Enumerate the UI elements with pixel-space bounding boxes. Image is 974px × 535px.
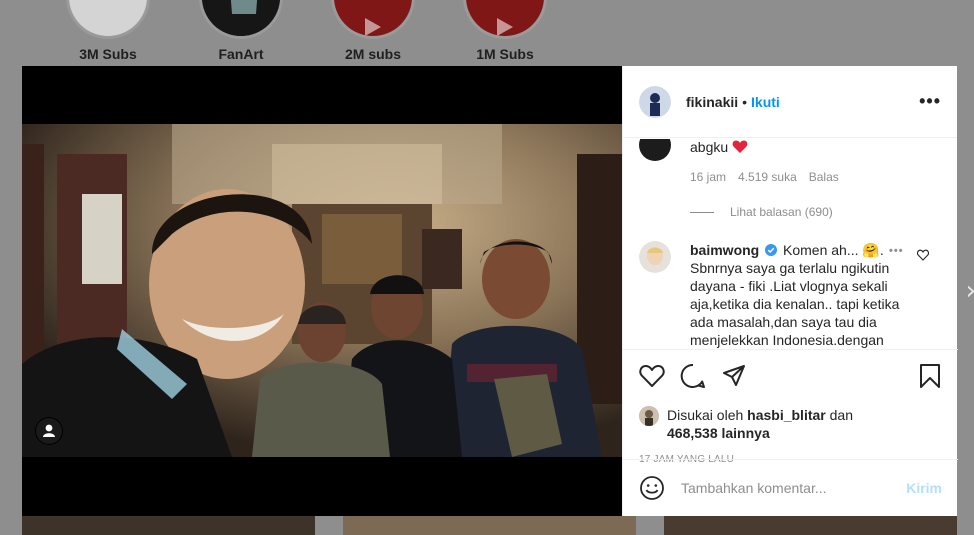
likes-prefix: Disukai oleh bbox=[667, 407, 744, 423]
avatar[interactable] bbox=[639, 139, 671, 161]
separator-dot: • bbox=[742, 93, 748, 110]
avatar-image bbox=[639, 85, 671, 118]
highlight-label: 3M Subs bbox=[79, 46, 137, 62]
grid-thumbnails bbox=[0, 516, 974, 535]
highlight-cover bbox=[463, 0, 547, 39]
comment-composer: Kirim bbox=[623, 459, 958, 516]
reply-button[interactable]: Balas bbox=[809, 170, 839, 184]
post-photo bbox=[22, 124, 622, 457]
likes-count[interactable]: 468,538 lainnya bbox=[667, 425, 770, 441]
view-replies-label: Lihat balasan (690) bbox=[730, 205, 833, 219]
play-icon bbox=[497, 18, 513, 36]
grid-thumbnail[interactable] bbox=[343, 516, 636, 535]
likes-text: Disukai oleh hasbi_blitar dan 468,538 la… bbox=[667, 406, 853, 442]
avatar[interactable] bbox=[639, 241, 671, 273]
fanart-figure-icon bbox=[202, 0, 280, 36]
post-modal: fikinakii • Ikuti ••• abgku 16 jam 4.519… bbox=[22, 66, 958, 516]
comment-body: abgku bbox=[690, 139, 729, 155]
avatar-image bbox=[639, 241, 671, 273]
highlight-label: 2M subs bbox=[344, 46, 401, 62]
post-header: fikinakii • Ikuti ••• bbox=[623, 66, 957, 138]
action-bar bbox=[639, 360, 942, 392]
replies-divider bbox=[690, 211, 714, 213]
comment-time[interactable]: 16 jam bbox=[690, 170, 726, 184]
highlight-label: 1M Subs bbox=[476, 46, 534, 62]
comment-text: abgku bbox=[690, 139, 748, 155]
emoji-smiley-icon[interactable] bbox=[639, 475, 665, 501]
comment-input[interactable] bbox=[681, 480, 907, 496]
avatar-image bbox=[639, 406, 659, 426]
comment-meta: 16 jam 4.519 suka Balas bbox=[690, 170, 839, 184]
like-heart-icon[interactable] bbox=[639, 364, 665, 388]
next-post-arrow-icon[interactable]: › bbox=[966, 276, 974, 306]
red-heart-icon bbox=[732, 140, 748, 153]
tagged-people-button[interactable] bbox=[35, 417, 63, 445]
user-icon bbox=[36, 418, 62, 444]
likes-joiner: dan bbox=[829, 407, 853, 423]
like-comment-heart-icon[interactable] bbox=[917, 249, 929, 261]
post-actions: Disukai oleh hasbi_blitar dan 468,538 la… bbox=[623, 349, 958, 465]
comment-text: baimwong Komen ah... 🤗. Sbnrnya saya ga … bbox=[690, 241, 905, 349]
play-icon bbox=[365, 18, 381, 36]
highlight-cover bbox=[199, 0, 283, 39]
comment-options-icon[interactable]: ••• bbox=[889, 245, 904, 257]
story-highlights: 3M Subs FanArt 2M subs 1M Subs bbox=[0, 0, 974, 66]
share-send-icon[interactable] bbox=[721, 363, 747, 389]
grid-thumbnail[interactable] bbox=[664, 516, 957, 535]
verified-badge-icon bbox=[765, 244, 778, 256]
likes-user[interactable]: hasbi_blitar bbox=[747, 407, 826, 423]
grid-thumbnail[interactable] bbox=[22, 516, 315, 535]
post-side-panel: fikinakii • Ikuti ••• abgku 16 jam 4.519… bbox=[622, 66, 958, 516]
post-username[interactable]: fikinakii bbox=[686, 94, 738, 110]
highlight-cover bbox=[331, 0, 415, 39]
selfie-photo-image bbox=[22, 124, 622, 457]
view-replies-button[interactable]: Lihat balasan (690) bbox=[690, 205, 833, 219]
avatar[interactable] bbox=[639, 406, 659, 426]
comment-likes[interactable]: 4.519 suka bbox=[738, 170, 797, 184]
bookmark-icon[interactable] bbox=[918, 363, 942, 389]
send-comment-button[interactable]: Kirim bbox=[906, 480, 942, 496]
highlight-label: FanArt bbox=[218, 46, 264, 62]
follow-button[interactable]: Ikuti bbox=[751, 94, 780, 110]
avatar[interactable] bbox=[639, 85, 671, 118]
highlight-cover bbox=[66, 0, 150, 39]
comment-bubble-icon[interactable] bbox=[680, 363, 706, 389]
more-options-icon[interactable]: ••• bbox=[919, 91, 941, 112]
likes-summary: Disukai oleh hasbi_blitar dan 468,538 la… bbox=[639, 406, 942, 442]
comment-username[interactable]: baimwong bbox=[690, 242, 759, 258]
post-media[interactable] bbox=[22, 66, 622, 516]
comments-list: abgku 16 jam 4.519 suka Balas Lihat bala… bbox=[623, 139, 958, 349]
